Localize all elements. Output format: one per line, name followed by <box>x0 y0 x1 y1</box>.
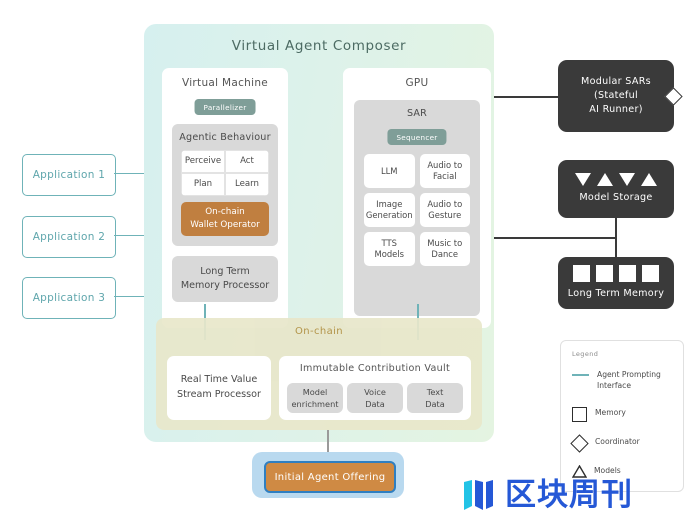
memory-squares-icon <box>573 265 659 283</box>
legend-title: Legend <box>572 350 599 358</box>
diamond-icon <box>570 434 589 453</box>
real-time-value-stream-processor: Real Time Value Stream Processor <box>167 356 271 420</box>
agentic-cell-learn[interactable]: Learn <box>225 173 269 196</box>
model-storage-label: Model Storage <box>579 192 653 204</box>
model-storage-to-memory-connector <box>615 218 617 257</box>
model-triangles-icon <box>575 173 657 187</box>
square-icon <box>596 265 613 283</box>
agentic-behaviour-grid: Perceive Act Plan Learn <box>181 150 269 196</box>
sar-module-audio-to-gesture[interactable]: Audio to Gesture <box>419 193 470 227</box>
legend-panel: Legend Agent Prompting Interface Memory … <box>560 340 684 492</box>
triangle-up-icon <box>641 173 657 187</box>
agentic-cell-act[interactable]: Act <box>225 150 269 173</box>
sar-module-llm[interactable]: LLM <box>364 154 415 188</box>
long-term-memory-node[interactable]: Long Term Memory <box>558 257 674 309</box>
parallelizer-badge[interactable]: Parallelizer <box>194 99 256 115</box>
immutable-contribution-vault: Immutable Contribution Vault Model enric… <box>279 356 471 420</box>
logo-icon <box>464 480 493 510</box>
legend-label: Agent Prompting Interface <box>597 370 661 391</box>
application-box-3[interactable]: Application 3 <box>22 277 116 319</box>
modular-sars-label: Modular SARs (Stateful AI Runner) <box>581 76 651 115</box>
triangle-down-icon <box>575 173 591 187</box>
initial-agent-offering-button[interactable]: Initial Agent Offering <box>264 461 396 493</box>
agentic-cell-plan[interactable]: Plan <box>181 173 225 196</box>
composer-to-model-storage-connector <box>494 237 616 239</box>
vault-item-voice-data[interactable]: Voice Data <box>347 383 403 413</box>
agentic-behaviour-title: Agentic Behaviour <box>179 132 271 143</box>
application-label: Application 1 <box>32 169 106 181</box>
legend-label: Memory <box>595 408 626 417</box>
square-icon <box>573 265 590 283</box>
sar-box: SAR Sequencer LLM Audio to Facial Image … <box>354 100 480 316</box>
vault-item-model-enrichment[interactable]: Model enrichment <box>287 383 343 413</box>
coordinator-diamond-icon <box>664 87 683 106</box>
triangle-down-icon <box>619 173 635 187</box>
composer-title: Virtual Agent Composer <box>231 38 407 54</box>
composer-to-modular-sars-connector <box>494 96 558 98</box>
sar-module-audio-to-facial[interactable]: Audio to Facial <box>419 154 470 188</box>
onchain-title: On-chain <box>294 326 344 337</box>
onchain-wallet-operator[interactable]: On-chain Wallet Operator <box>181 202 269 236</box>
onchain-to-iao-connector <box>327 430 329 454</box>
application-label: Application 3 <box>32 292 106 304</box>
application-box-1[interactable]: Application 1 <box>22 154 116 196</box>
gpu-title: GPU <box>405 77 429 89</box>
long-term-memory-label: Long Term Memory <box>567 288 665 300</box>
sar-module-music-to-dance[interactable]: Music to Dance <box>419 232 470 266</box>
application-box-2[interactable]: Application 2 <box>22 216 116 258</box>
legend-item-coordinator: Coordinator <box>570 434 669 453</box>
gpu-card: GPU SAR Sequencer LLM Audio to Facial Im… <box>343 68 491 328</box>
virtual-machine-card: Virtual Machine Parallelizer Agentic Beh… <box>162 68 288 328</box>
square-icon <box>619 265 636 283</box>
legend-item-memory: Memory <box>572 407 669 422</box>
legend-item-models: Models <box>572 465 668 478</box>
sar-module-grid: LLM Audio to Facial Image Generation Aud… <box>364 154 470 266</box>
watermark-text: 区块周刊 <box>505 476 633 513</box>
modular-sars-node[interactable]: Modular SARs (Stateful AI Runner) <box>558 60 683 132</box>
vault-item-text-data[interactable]: Text Data <box>407 383 463 413</box>
triangle-icon <box>572 465 587 478</box>
square-icon <box>642 265 659 283</box>
legend-label: Coordinator <box>595 437 640 446</box>
virtual-machine-title: Virtual Machine <box>181 77 269 89</box>
long-term-memory-processor: Long Term Memory Processor <box>172 256 278 302</box>
triangle-up-icon <box>597 173 613 187</box>
watermark: 区块周刊 <box>462 478 633 512</box>
sequencer-badge[interactable]: Sequencer <box>387 129 447 145</box>
model-storage-node[interactable]: Model Storage <box>558 160 674 218</box>
line-icon <box>572 374 589 376</box>
legend-label: Models <box>594 466 621 475</box>
legend-item-agent-prompting-interface: Agent Prompting Interface <box>572 369 671 392</box>
initial-agent-offering-container: Initial Agent Offering <box>252 452 404 498</box>
vault-title: Immutable Contribution Vault <box>299 363 451 374</box>
square-icon <box>572 407 587 422</box>
application-label: Application 2 <box>32 231 106 243</box>
sar-title: SAR <box>406 108 428 119</box>
sar-module-tts-models[interactable]: TTS Models <box>364 232 415 266</box>
agentic-behaviour-box: Agentic Behaviour Perceive Act Plan Lear… <box>172 124 278 246</box>
agentic-cell-perceive[interactable]: Perceive <box>181 150 225 173</box>
sar-module-image-generation[interactable]: Image Generation <box>364 193 415 227</box>
